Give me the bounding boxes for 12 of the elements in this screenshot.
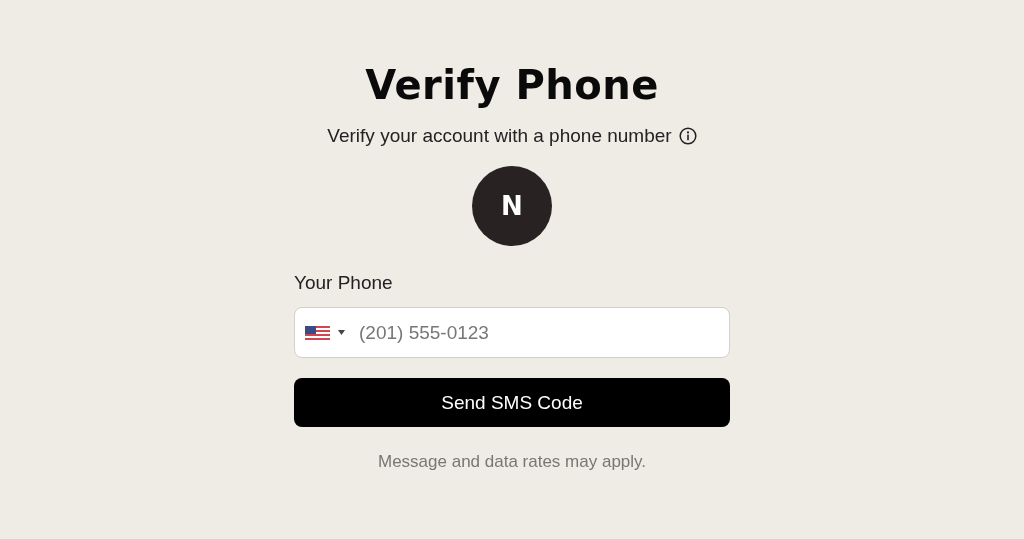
- phone-field[interactable]: (201) 555-0123: [294, 307, 730, 358]
- subtitle: Verify your account with a phone number: [327, 125, 672, 147]
- footnote: Message and data rates may apply.: [376, 452, 648, 472]
- page-title: Verify Phone: [365, 61, 659, 110]
- field-label: Your Phone: [294, 271, 394, 295]
- send-code-button[interactable]: Send SMS Code: [294, 378, 730, 427]
- info-icon[interactable]: [678, 127, 697, 145]
- caret-icon: [338, 330, 345, 335]
- country-selector[interactable]: [305, 325, 345, 340]
- flag-icon: [305, 325, 330, 340]
- avatar: N: [472, 166, 552, 246]
- phone-number-input[interactable]: (201) 555-0123: [357, 320, 729, 345]
